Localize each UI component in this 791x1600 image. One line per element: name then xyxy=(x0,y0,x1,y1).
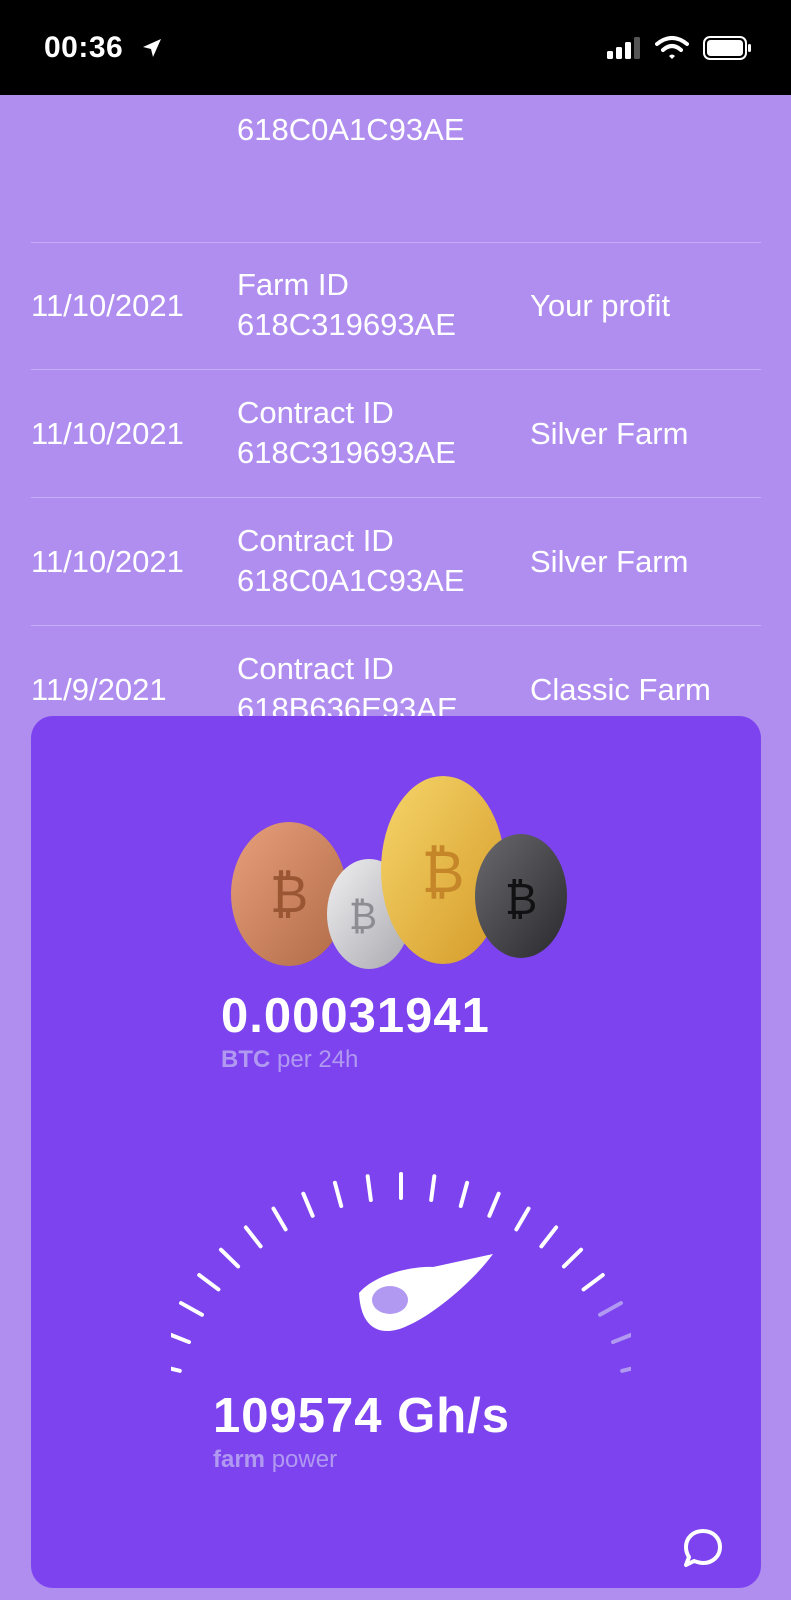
gauge-tick xyxy=(561,1247,584,1269)
btc-rate-unit: BTC xyxy=(221,1046,271,1073)
row-id-block: Farm ID 618C319693AE xyxy=(237,265,456,345)
gauge-tick xyxy=(365,1174,373,1203)
row-id-block: 618C0A1C93AE xyxy=(237,110,465,150)
table-row[interactable]: 11/10/2021 Contract ID 618C319693AE Silv… xyxy=(31,370,761,498)
gauge-tick xyxy=(514,1206,531,1232)
farm-power-value: 109574 Gh/s xyxy=(213,1389,511,1443)
row-id-value: 618C0A1C93AE xyxy=(237,112,465,147)
table-row[interactable]: 11/10/2021 Contract ID 618C0A1C93AE Silv… xyxy=(31,498,761,626)
chat-bubble-icon xyxy=(684,1529,722,1567)
bitcoin-eggs-illustration: ₿ ₿ ₿ ₿ xyxy=(231,776,567,969)
gauge-tick xyxy=(218,1247,241,1269)
btc-rate-value: 0.00031941 xyxy=(221,989,490,1043)
gauge-tick xyxy=(271,1206,288,1232)
farm-power-caption: farm power xyxy=(213,1446,337,1474)
gauge-tick xyxy=(197,1273,221,1292)
gauge-tick xyxy=(598,1301,623,1317)
bitcoin-icon: ₿ xyxy=(349,894,377,938)
gauge-tick xyxy=(581,1273,605,1292)
gauge-tick xyxy=(610,1332,631,1345)
gauge-tick xyxy=(171,1332,192,1345)
row-date: 11/10/2021 xyxy=(31,288,184,323)
bitcoin-icon: ₿ xyxy=(422,838,465,906)
btc-rate-caption: BTC per 24h xyxy=(221,1046,358,1074)
row-type: Classic Farm xyxy=(530,672,711,707)
gauge-tick xyxy=(179,1301,204,1317)
gauge-tick xyxy=(487,1191,501,1218)
row-id-value: 618C319693AE xyxy=(237,307,456,342)
gauge-tick xyxy=(243,1225,263,1249)
gauge-needle xyxy=(359,1254,493,1332)
row-id-value: 618C319693AE xyxy=(237,435,456,470)
farm-summary-card: ₿ ₿ ₿ ₿ 0.00031941 BTC per 24h 109574 Gh… xyxy=(31,716,761,1588)
black-egg: ₿ xyxy=(475,834,567,958)
row-id-block: Contract ID 618C0A1C93AE xyxy=(237,521,465,601)
location-arrow-icon xyxy=(140,36,164,65)
bitcoin-icon: ₿ xyxy=(505,874,538,925)
farm-power-word: farm xyxy=(213,1446,266,1473)
gauge-tick xyxy=(301,1191,315,1218)
bitcoin-icon: ₿ xyxy=(270,865,309,925)
status-time: 00:36 xyxy=(44,31,124,64)
row-id-label: Contract ID xyxy=(237,395,394,430)
gauge-tick xyxy=(458,1180,470,1208)
row-date: 11/9/2021 xyxy=(31,672,167,707)
gauge-tick xyxy=(620,1366,631,1373)
gauge-tick xyxy=(332,1180,344,1208)
farm-power-gauge xyxy=(171,1172,631,1373)
row-type: Your profit xyxy=(530,288,671,323)
row-id-label: Contract ID xyxy=(237,651,394,686)
signal-icon xyxy=(607,37,641,64)
row-id-label: Farm ID xyxy=(237,267,349,302)
table-row[interactable]: 11/10/2021 Farm ID 618C319693AE Your pro… xyxy=(31,242,761,370)
row-date: 11/10/2021 xyxy=(31,416,184,451)
btc-rate-period: per 24h xyxy=(277,1046,359,1073)
chat-button[interactable] xyxy=(681,1526,725,1570)
row-id-value: 618C0A1C93AE xyxy=(237,563,465,598)
status-icons xyxy=(607,36,753,65)
status-bar: 00:36 xyxy=(0,0,791,95)
row-type: Silver Farm xyxy=(530,416,689,451)
row-date: 11/10/2021 xyxy=(31,544,184,579)
gauge-tick xyxy=(171,1366,182,1373)
gauge-tick xyxy=(539,1225,559,1249)
row-type: Silver Farm xyxy=(530,544,689,579)
farm-power-label: power xyxy=(271,1446,338,1473)
gauge-tick xyxy=(429,1174,437,1203)
row-id-block: Contract ID 618C319693AE xyxy=(237,393,456,473)
battery-icon xyxy=(703,36,753,65)
wifi-icon xyxy=(655,36,689,65)
bronze-egg: ₿ xyxy=(231,822,347,966)
row-id-label: Contract ID xyxy=(237,523,394,558)
